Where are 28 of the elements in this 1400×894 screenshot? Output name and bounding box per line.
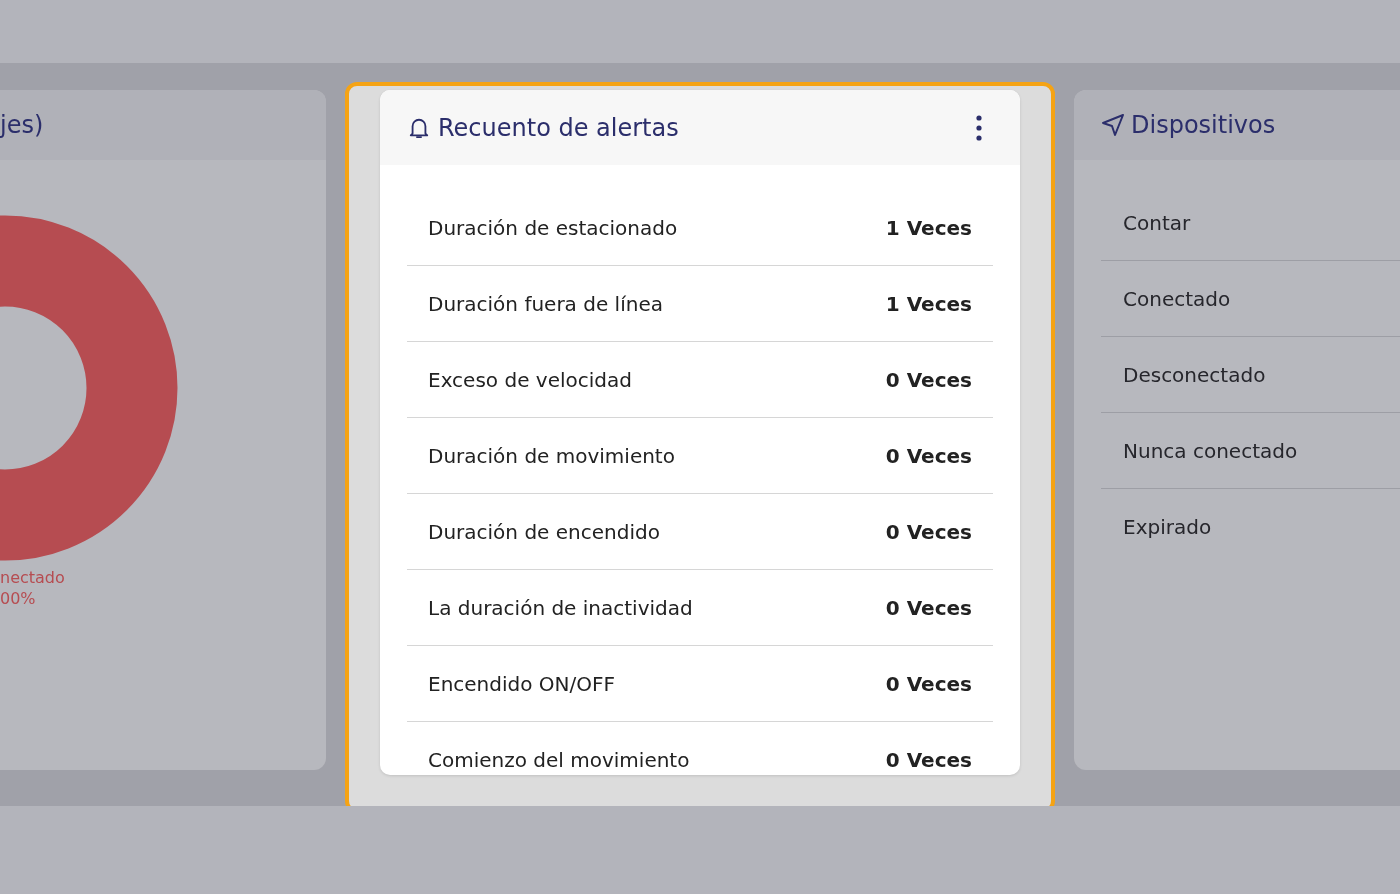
navigation-arrow-icon xyxy=(1101,113,1125,137)
alert-count: 0 Veces xyxy=(885,747,972,772)
card-title: Dispositivos xyxy=(1131,111,1276,139)
alert-label: Duración de encendido xyxy=(428,519,660,544)
alert-label: La duración de inactividad xyxy=(428,595,693,620)
device-status-label: Desconectado xyxy=(1123,362,1266,387)
legend-label: nectado xyxy=(0,568,66,587)
alert-count: 1 Veces xyxy=(885,291,972,316)
alert-label: Encendido ON/OFF xyxy=(428,671,616,696)
device-status-label: Expirado xyxy=(1123,514,1212,539)
alert-label: Exceso de velocidad xyxy=(428,367,632,392)
alert-label: Comienzo del movimiento xyxy=(428,747,690,772)
device-status-label: Conectado xyxy=(1123,286,1231,311)
alert-count: 0 Veces xyxy=(885,671,972,696)
device-status-label: Nunca conectado xyxy=(1123,438,1298,463)
more-menu-button[interactable] xyxy=(974,112,984,143)
device-status-label: Contar xyxy=(1123,210,1191,235)
alert-count: 0 Veces xyxy=(885,519,972,544)
alert-count: 0 Veces xyxy=(885,367,972,392)
card-title: jes) xyxy=(0,111,44,139)
alert-count: 0 Veces xyxy=(885,443,972,468)
alert-count: 0 Veces xyxy=(885,595,972,620)
alert-label: Duración de movimiento xyxy=(428,443,675,468)
alert-count: 1 Veces xyxy=(885,215,972,240)
alert-label: Duración fuera de línea xyxy=(428,291,663,316)
card-title: Recuento de alertas xyxy=(438,113,679,142)
legend-value: 00% xyxy=(0,589,37,608)
alert-label: Duración de estacionado xyxy=(428,215,678,240)
